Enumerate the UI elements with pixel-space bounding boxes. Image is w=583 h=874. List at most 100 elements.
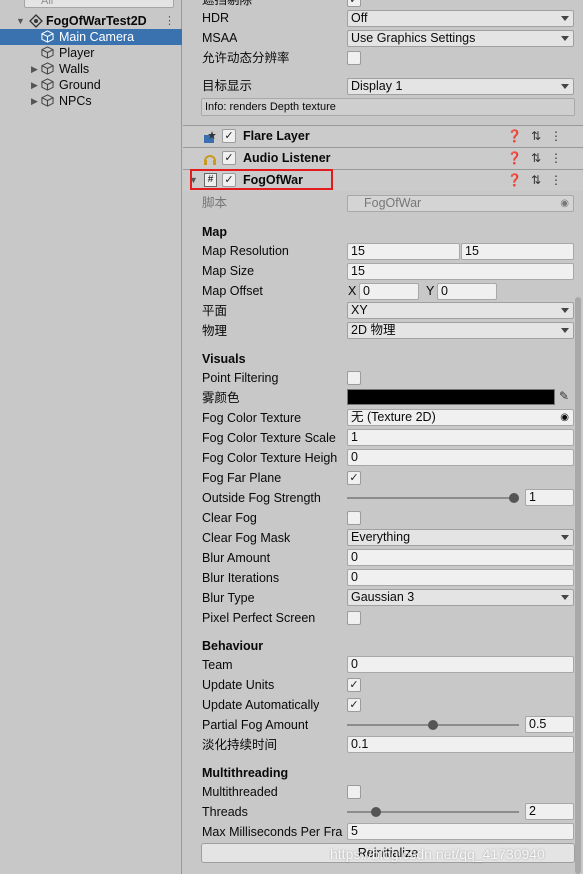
flare-layer-enabled-checkbox[interactable]: ✓ — [222, 129, 236, 143]
info-box: Info: renders Depth texture — [201, 98, 575, 116]
occlusion-culling-checkbox[interactable]: ✓ — [347, 0, 361, 7]
preset-icon[interactable]: ⇅ — [531, 129, 550, 143]
preset-icon[interactable]: ⇅ — [531, 151, 550, 165]
unity-scene-icon — [29, 14, 43, 28]
hierarchy-scene-root[interactable]: ▼ FogOfWarTest2D ⋮ — [0, 13, 182, 29]
hierarchy-item-label: Player — [59, 46, 95, 60]
hdr-dropdown[interactable]: Off — [347, 10, 574, 27]
physics-dropdown[interactable]: 2D 物理 — [347, 322, 574, 339]
team-field[interactable]: 0 — [347, 656, 574, 673]
help-icon[interactable]: ❓ — [507, 151, 531, 165]
plane-dropdown[interactable]: XY — [347, 302, 574, 319]
multithreading-section-header: Multithreading — [202, 766, 289, 780]
msaa-dropdown[interactable]: Use Graphics Settings — [347, 30, 574, 47]
outside-fog-strength-slider-knob[interactable] — [509, 493, 519, 503]
pixel-perfect-checkbox[interactable] — [347, 611, 361, 625]
hierarchy-item-walls[interactable]: ▶ Walls — [0, 61, 182, 77]
fog-color-swatch[interactable] — [347, 389, 555, 405]
clear-fog-mask-label: Clear Fog Mask — [202, 531, 291, 545]
script-field: FogOfWar ◉ — [347, 195, 574, 212]
context-menu-icon[interactable]: ⋮ — [550, 129, 571, 143]
watermark: https://blog.csdn.net/qq_41730940 — [330, 846, 545, 862]
hierarchy-item-main-camera[interactable]: Main Camera — [0, 29, 182, 45]
expand-arrow-icon[interactable]: ▶ — [31, 77, 38, 93]
script-value: FogOfWar — [364, 196, 422, 210]
update-units-label: Update Units — [202, 678, 275, 692]
flare-layer-title: Flare Layer — [243, 129, 310, 143]
headphones-icon — [204, 155, 216, 165]
component-header-icons[interactable]: ❓⇅⋮ — [507, 151, 571, 165]
fade-duration-field[interactable]: 0.1 — [347, 736, 574, 753]
threads-slider-knob[interactable] — [371, 807, 381, 817]
inspector-scrollbar[interactable] — [575, 297, 581, 874]
component-header-icons[interactable]: ❓⇅⋮ — [507, 129, 571, 143]
max-milliseconds-field[interactable]: 5 — [347, 823, 574, 840]
chevron-down-icon — [561, 16, 569, 21]
blur-amount-field[interactable]: 0 — [347, 549, 574, 566]
clear-fog-checkbox[interactable] — [347, 511, 361, 525]
multithreaded-label: Multithreaded — [202, 785, 278, 799]
component-header-icons[interactable]: ❓⇅⋮ — [507, 173, 571, 187]
hdr-label: HDR — [202, 11, 230, 25]
help-icon[interactable]: ❓ — [507, 173, 531, 187]
dynamic-resolution-checkbox[interactable] — [347, 51, 361, 65]
expand-arrow-icon[interactable]: ▶ — [31, 93, 38, 109]
context-menu-icon[interactable]: ⋮ — [550, 173, 571, 187]
audio-listener-enabled-checkbox[interactable]: ✓ — [222, 151, 236, 165]
map-size-field[interactable]: 15 — [347, 263, 574, 280]
hierarchy-item-npcs[interactable]: ▶ NPCs — [0, 93, 182, 109]
msaa-label: MSAA — [202, 31, 238, 45]
highlight-box — [190, 169, 333, 190]
hierarchy-item-ground[interactable]: ▶ Ground — [0, 77, 182, 93]
gameobject-cube-icon — [41, 78, 54, 91]
update-units-checkbox[interactable]: ✓ — [347, 678, 361, 692]
blur-iterations-field[interactable]: 0 — [347, 569, 574, 586]
threads-field[interactable]: 2 — [525, 803, 574, 820]
hierarchy-search-input[interactable]: All — [24, 0, 174, 8]
scene-menu-icon[interactable]: ⋮ — [164, 13, 175, 29]
flare-layer-icon — [204, 131, 216, 143]
outside-fog-strength-slider[interactable] — [347, 497, 519, 499]
context-menu-icon[interactable]: ⋮ — [550, 151, 571, 165]
map-offset-y-field[interactable]: 0 — [437, 283, 497, 300]
fog-color-texture-height-field[interactable]: 0 — [347, 449, 574, 466]
expand-arrow-icon[interactable]: ▼ — [16, 13, 25, 29]
fade-duration-label: 淡化持续时间 — [202, 738, 278, 752]
map-resolution-y-field[interactable]: 15 — [461, 243, 574, 260]
fog-color-texture-scale-label: Fog Color Texture Scale — [202, 431, 336, 445]
map-offset-x-label: X — [348, 284, 357, 298]
fog-color-texture-scale-field[interactable]: 1 — [347, 429, 574, 446]
object-picker-icon[interactable]: ◉ — [560, 410, 569, 425]
clear-fog-label: Clear Fog — [202, 511, 257, 525]
physics-value: 2D 物理 — [351, 323, 396, 337]
audio-listener-header[interactable]: ✓ Audio Listener ❓⇅⋮ — [183, 147, 583, 169]
map-size-label: Map Size — [202, 264, 255, 278]
point-filtering-checkbox[interactable] — [347, 371, 361, 385]
help-icon[interactable]: ❓ — [507, 129, 531, 143]
clear-fog-mask-dropdown[interactable]: Everything — [347, 529, 574, 546]
behaviour-section-header: Behaviour — [202, 639, 264, 653]
eyedropper-icon[interactable]: ✎ — [559, 389, 569, 403]
pixel-perfect-label: Pixel Perfect Screen — [202, 611, 316, 625]
occlusion-culling-label: 遮挡剔除 — [202, 0, 253, 7]
audio-listener-title: Audio Listener — [243, 151, 331, 165]
map-offset-x-field[interactable]: 0 — [359, 283, 419, 300]
hierarchy-item-label: Walls — [59, 62, 90, 76]
flare-layer-header[interactable]: ✓ Flare Layer ❓⇅⋮ — [183, 125, 583, 147]
blur-type-dropdown[interactable]: Gaussian 3 — [347, 589, 574, 606]
fog-far-plane-checkbox[interactable]: ✓ — [347, 471, 361, 485]
partial-fog-amount-field[interactable]: 0.5 — [525, 716, 574, 733]
preset-icon[interactable]: ⇅ — [531, 173, 550, 187]
expand-arrow-icon[interactable]: ▶ — [31, 61, 38, 77]
multithreaded-checkbox[interactable] — [347, 785, 361, 799]
outside-fog-strength-field[interactable]: 1 — [525, 489, 574, 506]
hierarchy-item-player[interactable]: Player — [0, 45, 182, 61]
partial-fog-amount-slider-knob[interactable] — [428, 720, 438, 730]
map-resolution-x-field[interactable]: 15 — [347, 243, 460, 260]
target-display-dropdown[interactable]: Display 1 — [347, 78, 574, 95]
update-automatically-checkbox[interactable]: ✓ — [347, 698, 361, 712]
hierarchy-item-label: Ground — [59, 78, 101, 92]
fog-color-texture-field[interactable]: 无 (Texture 2D) ◉ — [347, 409, 574, 426]
chevron-down-icon — [561, 328, 569, 333]
gameobject-cube-icon — [41, 62, 54, 75]
